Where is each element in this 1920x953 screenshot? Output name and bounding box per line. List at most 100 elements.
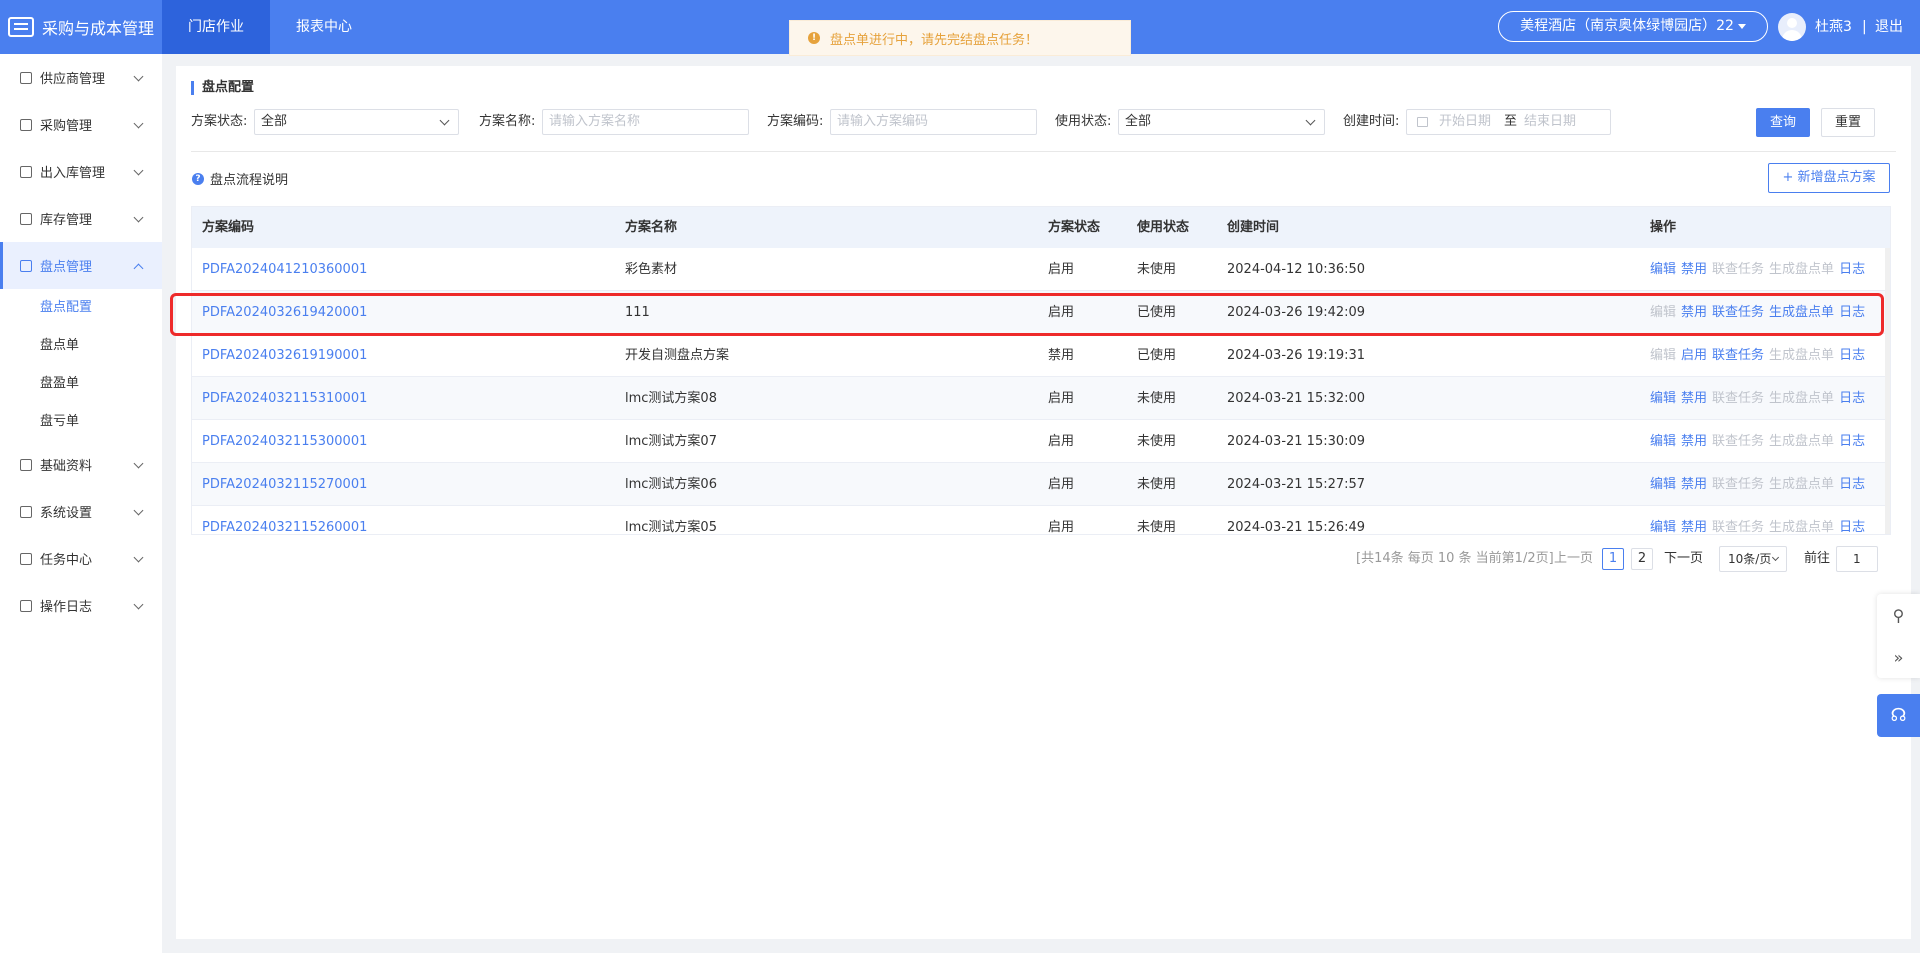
page-title: 盘点配置 (191, 81, 254, 95)
toggle-action[interactable]: 禁用 (1681, 391, 1707, 406)
help-text: 盘点流程说明 (210, 173, 289, 188)
sidebar-subitem-surplus-order[interactable]: 盘盈单 (0, 365, 162, 403)
store-selector[interactable]: 美程酒店（南京奥体绿博园店）22 (1498, 11, 1768, 42)
nav-store-ops[interactable]: 门店作业 (162, 0, 270, 54)
table-scrollbar[interactable] (1885, 248, 1890, 534)
toggle-action[interactable]: 启用 (1681, 348, 1707, 363)
toggle-action[interactable]: 禁用 (1681, 262, 1707, 277)
table-row: PDFA2024032619420001 111 启用 已使用 2024-03-26 1… (192, 291, 1890, 334)
add-plan-button[interactable]: + 新增盘点方案 (1768, 163, 1890, 193)
cell-code[interactable]: PDFA2024032619420001 (202, 291, 367, 334)
sidebar-item-operation-log[interactable]: 操作日志 (0, 582, 162, 629)
process-help-link[interactable]: ? 盘点流程说明 (192, 169, 288, 188)
log-action[interactable]: 日志 (1839, 305, 1865, 320)
sidebar-item-warehouse-io[interactable]: 出入库管理 (0, 148, 162, 195)
goto-page-input[interactable]: 1 (1836, 546, 1878, 572)
chevron-down-icon (133, 458, 144, 469)
log-action[interactable]: 日志 (1839, 434, 1865, 449)
edit-action[interactable]: 编辑 (1650, 477, 1676, 492)
cell-use: 未使用 (1137, 262, 1177, 277)
name-filter-input[interactable]: 请输入方案名称 (542, 109, 749, 135)
use-filter-value: 全部 (1125, 114, 1152, 129)
row-actions: 编辑 禁用 联查任务 生成盘点单 日志 (1650, 291, 1870, 334)
supplier-icon (20, 71, 32, 84)
cell-code[interactable]: PDFA2024032115310001 (202, 377, 367, 420)
date-end-input[interactable]: 结束日期 (1524, 110, 1576, 134)
code-filter-input[interactable]: 请输入方案编码 (830, 109, 1037, 135)
cell-created: 2024-03-21 15:30:09 (1227, 434, 1366, 449)
link-icon[interactable]: ⚲ (1877, 594, 1920, 636)
sidebar-item-basic-data[interactable]: 基础资料 (0, 441, 162, 488)
row-actions: 编辑 启用 联查任务 生成盘点单 日志 (1650, 334, 1870, 377)
log-action[interactable]: 日志 (1839, 520, 1865, 534)
log-action[interactable]: 日志 (1839, 477, 1865, 492)
sidebar-item-purchase[interactable]: 采购管理 (0, 101, 162, 148)
cell-code[interactable]: PDFA2024032115300001 (202, 420, 367, 463)
avatar[interactable] (1778, 13, 1806, 41)
collapse-icon[interactable]: » (1877, 636, 1920, 678)
cell-code[interactable]: PDFA2024032115270001 (202, 463, 367, 506)
pagination-page-2[interactable]: 2 (1631, 548, 1653, 570)
edit-action[interactable]: 编辑 (1650, 434, 1676, 449)
chevron-down-icon (1771, 553, 1780, 562)
pagination-next[interactable]: 下一页 (1664, 548, 1703, 570)
sidebar-item-stocktake[interactable]: 盘点管理 (0, 242, 162, 289)
cell-use: 未使用 (1137, 391, 1177, 406)
code-filter-label: 方案编码: (767, 114, 824, 129)
query-button[interactable]: 查询 (1756, 108, 1810, 137)
name-filter-label: 方案名称: (479, 114, 536, 129)
cell-code[interactable]: PDFA2024041210360001 (202, 248, 367, 291)
store-name: 美程酒店（南京奥体绿博园店）22 (1520, 18, 1734, 34)
linked-tasks-action[interactable]: 联查任务 (1712, 348, 1764, 363)
user-name[interactable]: 杜燕3 (1815, 0, 1852, 54)
sidebar-item-inventory[interactable]: 库存管理 (0, 195, 162, 242)
toggle-action[interactable]: 禁用 (1681, 520, 1707, 534)
use-filter-select[interactable]: 全部 (1118, 109, 1325, 135)
edit-action[interactable]: 编辑 (1650, 262, 1676, 277)
cell-code[interactable]: PDFA2024032619190001 (202, 334, 367, 377)
log-action[interactable]: 日志 (1839, 348, 1865, 363)
sidebar-item-supplier[interactable]: 供应商管理 (0, 54, 162, 101)
generate-order-action: 生成盘点单 (1769, 348, 1835, 363)
linked-tasks-action: 联查任务 (1712, 434, 1765, 449)
log-action[interactable]: 日志 (1839, 262, 1865, 277)
created-date-range[interactable]: 开始日期 至 结束日期 (1406, 109, 1611, 135)
pagination-page-1[interactable]: 1 (1602, 548, 1624, 570)
row-actions: 编辑 禁用 联查任务 生成盘点单 日志 (1650, 420, 1870, 463)
linked-tasks-action[interactable]: 联查任务 (1712, 305, 1764, 320)
purchase-icon (20, 118, 32, 131)
toggle-action[interactable]: 禁用 (1681, 434, 1707, 449)
toggle-action[interactable]: 禁用 (1681, 305, 1707, 320)
cell-created: 2024-03-21 15:27:57 (1227, 477, 1366, 492)
nav-report-center[interactable]: 报表中心 (270, 0, 378, 54)
generate-order-action: 生成盘点单 (1769, 477, 1835, 492)
sidebar-item-task-center[interactable]: 任务中心 (0, 535, 162, 582)
logout-link[interactable]: 退出 (1875, 0, 1903, 54)
log-action[interactable]: 日志 (1839, 391, 1865, 406)
edit-action[interactable]: 编辑 (1650, 520, 1676, 534)
col-header-use: 使用状态 (1137, 220, 1190, 235)
app-logo[interactable]: 采购与成本管理 (8, 0, 154, 54)
linked-tasks-action: 联查任务 (1712, 477, 1765, 492)
reset-button[interactable]: 重置 (1821, 108, 1875, 137)
chevron-down-icon (133, 165, 144, 176)
sidebar-subitem-loss-order[interactable]: 盘亏单 (0, 403, 162, 441)
cell-code[interactable]: PDFA2024032115260001 (202, 506, 367, 534)
cell-name: 彩色素材 (625, 262, 678, 277)
sidebar-item-settings[interactable]: 系统设置 (0, 488, 162, 535)
linked-tasks-action: 联查任务 (1712, 391, 1765, 406)
support-icon[interactable]: ☊ (1877, 694, 1920, 737)
sidebar-subitem-stocktake-config[interactable]: 盘点配置 (0, 289, 162, 327)
stocktake-icon (20, 259, 32, 272)
sidebar-subitem-stocktake-order[interactable]: 盘点单 (0, 327, 162, 365)
generate-order-action[interactable]: 生成盘点单 (1769, 305, 1834, 320)
pagination-prev[interactable]: 上一页 (1554, 548, 1593, 570)
cell-status: 启用 (1048, 391, 1075, 406)
page-size-select[interactable]: 10条/页 (1719, 546, 1787, 572)
date-start-input[interactable]: 开始日期 (1439, 110, 1491, 134)
status-filter-select[interactable]: 全部 (254, 109, 459, 135)
cell-name: lmc测试方案08 (625, 391, 717, 406)
log-icon (20, 599, 32, 612)
toggle-action[interactable]: 禁用 (1681, 477, 1707, 492)
edit-action[interactable]: 编辑 (1650, 391, 1676, 406)
